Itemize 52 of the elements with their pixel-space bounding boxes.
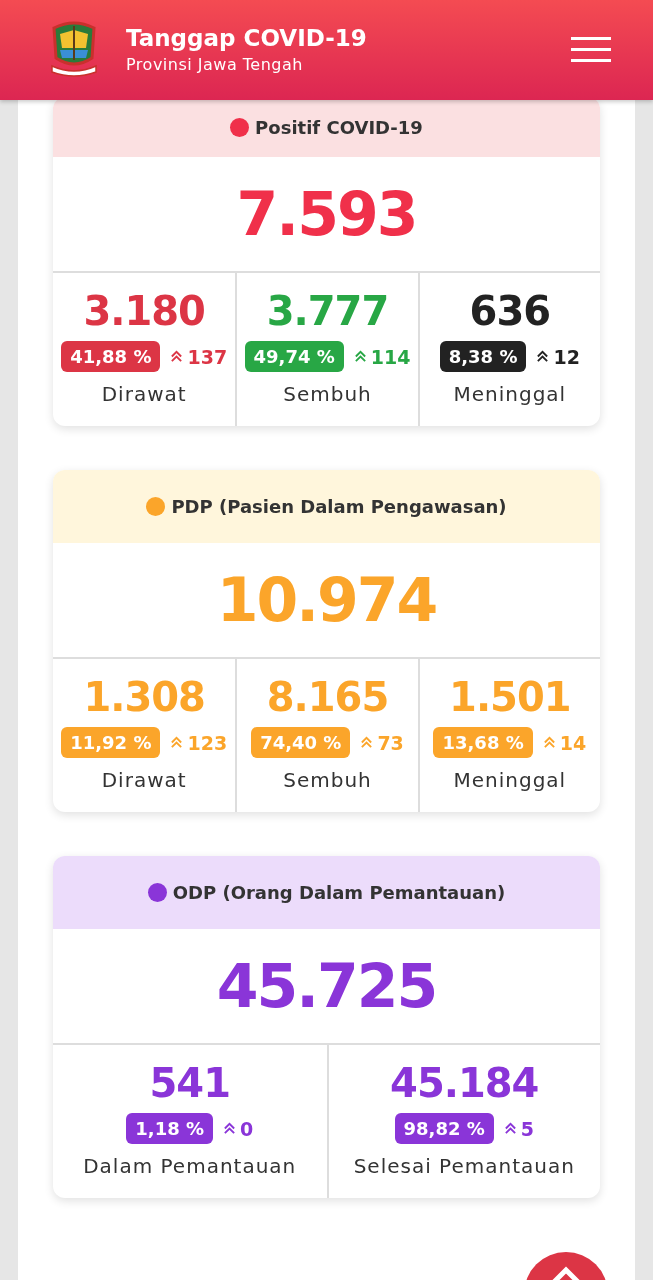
percent-badge: 1,18 % bbox=[126, 1113, 213, 1144]
double-chevron-up-icon bbox=[170, 736, 184, 749]
stat-label: Dirawat bbox=[101, 768, 187, 792]
double-chevron-up-icon bbox=[223, 1122, 236, 1135]
total-count: 10.974 bbox=[216, 565, 437, 635]
stat-label: Meninggal bbox=[453, 768, 567, 792]
menu-button[interactable] bbox=[571, 37, 611, 63]
stat-value: 541 bbox=[149, 1059, 230, 1107]
double-chevron-up-icon bbox=[360, 736, 374, 749]
percent-badge: 41,88 % bbox=[61, 341, 161, 372]
increase-count: 14 bbox=[559, 731, 587, 754]
chevron-up-icon bbox=[551, 1266, 581, 1280]
app-title: Tanggap COVID-19 bbox=[126, 24, 368, 53]
percent-badge: 13,68 % bbox=[433, 727, 533, 758]
stat-value: 3.180 bbox=[83, 287, 205, 335]
stat-label: Meninggal bbox=[453, 382, 567, 406]
stat-value: 8.165 bbox=[266, 673, 389, 721]
app-subtitle: Provinsi Jawa Tengah bbox=[126, 54, 304, 76]
increase-count: 123 bbox=[187, 731, 228, 754]
percent-badge: 49,74 % bbox=[244, 341, 344, 372]
card-title: ODP (Orang Dalam Pemantauan) bbox=[172, 882, 506, 903]
stat-value: 1.501 bbox=[449, 673, 571, 721]
menu-icon bbox=[571, 37, 611, 63]
stat-value: 636 bbox=[469, 287, 551, 335]
increase-count: 5 bbox=[520, 1117, 534, 1140]
increase-count: 0 bbox=[240, 1117, 254, 1140]
stat-label: Sembuh bbox=[283, 382, 372, 406]
stat-label: Dirawat bbox=[101, 382, 187, 406]
emblem-icon bbox=[48, 20, 100, 80]
card-title: PDP (Pasien Dalam Pengawasan) bbox=[171, 496, 507, 517]
increase-count: 73 bbox=[377, 731, 404, 754]
double-chevron-up-icon bbox=[536, 350, 550, 363]
percent-badge: 74,40 % bbox=[251, 727, 351, 758]
percent-badge: 98,82 % bbox=[394, 1113, 494, 1144]
percent-badge: 11,92 % bbox=[61, 727, 161, 758]
total-count: 45.725 bbox=[216, 951, 437, 1021]
increase-count: 12 bbox=[553, 345, 580, 368]
double-chevron-up-icon bbox=[542, 736, 556, 749]
increase-count: 114 bbox=[370, 345, 411, 368]
stat-value: 1.308 bbox=[83, 673, 205, 721]
percent-badge: 8,38 % bbox=[439, 341, 527, 372]
stat-label: Selesai Pemantauan bbox=[353, 1154, 575, 1178]
card-title: Positif COVID-19 bbox=[255, 116, 423, 138]
stat-value: 3.777 bbox=[266, 287, 389, 335]
stat-value: 45.184 bbox=[390, 1059, 539, 1107]
double-chevron-up-icon bbox=[503, 1122, 517, 1135]
increase-count: 137 bbox=[187, 345, 228, 368]
stat-label: Dalam Pemantauan bbox=[83, 1154, 297, 1178]
double-chevron-up-icon bbox=[170, 350, 184, 363]
stat-label: Sembuh bbox=[283, 768, 372, 792]
double-chevron-up-icon bbox=[353, 350, 367, 363]
total-count: 7.593 bbox=[236, 179, 417, 249]
